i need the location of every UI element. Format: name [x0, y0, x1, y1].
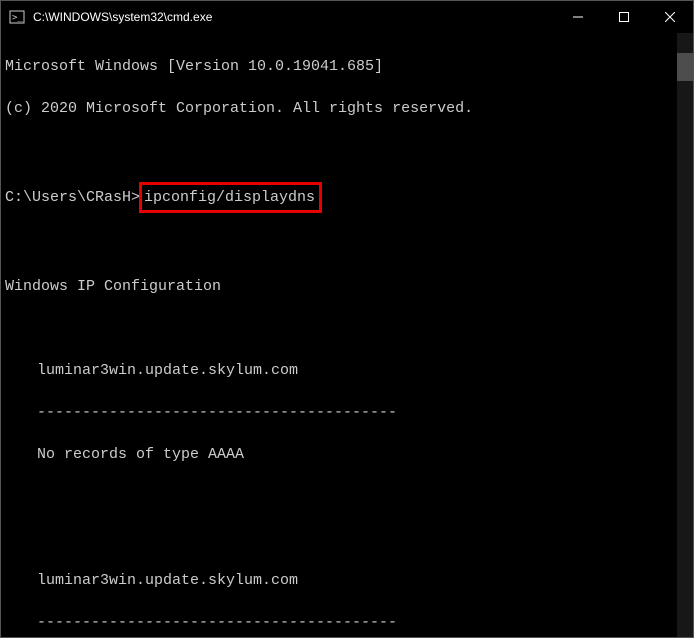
divider: ----------------------------------------	[5, 402, 689, 423]
blank	[5, 234, 689, 255]
version-line: Microsoft Windows [Version 10.0.19041.68…	[5, 56, 689, 77]
svg-text:>_: >_	[12, 13, 23, 23]
divider: ----------------------------------------	[5, 612, 689, 633]
blank	[5, 486, 689, 507]
scrollbar-thumb[interactable]	[677, 53, 693, 81]
dns-host: luminar3win.update.skylum.com	[5, 360, 689, 381]
window-title: C:\WINDOWS\system32\cmd.exe	[33, 10, 212, 24]
dns-host: luminar3win.update.skylum.com	[5, 570, 689, 591]
no-records-line: No records of type AAAA	[5, 444, 689, 465]
command-highlight: ipconfig/displaydns	[139, 182, 322, 213]
blank	[5, 140, 689, 161]
titlebar[interactable]: >_ C:\WINDOWS\system32\cmd.exe	[1, 1, 693, 33]
maximize-button[interactable]	[601, 1, 647, 33]
minimize-button[interactable]	[555, 1, 601, 33]
close-button[interactable]	[647, 1, 693, 33]
prompt-line: C:\Users\CRasH>ipconfig/displaydns	[5, 182, 689, 213]
copyright-line: (c) 2020 Microsoft Corporation. All righ…	[5, 98, 689, 119]
terminal-output[interactable]: Microsoft Windows [Version 10.0.19041.68…	[1, 33, 693, 637]
blank	[5, 528, 689, 549]
command-text: ipconfig/displaydns	[144, 189, 315, 206]
prompt: C:\Users\CRasH>	[5, 189, 140, 206]
scrollbar-track[interactable]	[677, 33, 693, 637]
cmd-window: >_ C:\WINDOWS\system32\cmd.exe Microsoft…	[0, 0, 694, 638]
ip-config-header: Windows IP Configuration	[5, 276, 689, 297]
blank	[5, 318, 689, 339]
cmd-icon: >_	[9, 9, 25, 25]
